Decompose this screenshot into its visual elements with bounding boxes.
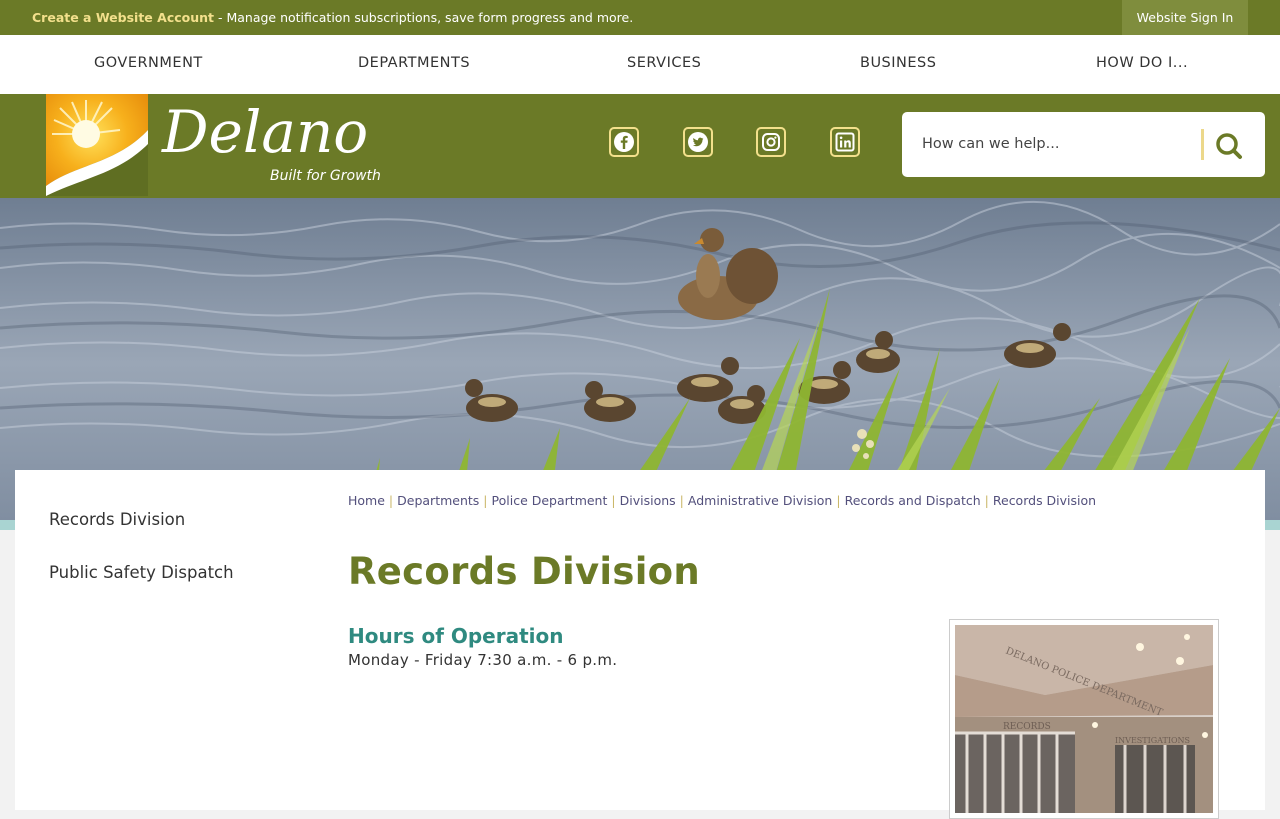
- site-search: [902, 112, 1265, 177]
- sign-in-button[interactable]: Website Sign In: [1122, 0, 1248, 35]
- breadcrumb-separator: |: [388, 493, 394, 508]
- nav-item-how-do-i[interactable]: HOW DO I...: [1096, 55, 1188, 71]
- breadcrumb-administrative-division[interactable]: Administrative Division: [688, 493, 832, 508]
- sidebar-item-records-division[interactable]: Records Division: [49, 510, 185, 529]
- instagram-icon[interactable]: [756, 127, 786, 157]
- main-nav: GOVERNMENT DEPARTMENTS SERVICES BUSINESS…: [0, 35, 1280, 94]
- logo-tagline: Built for Growth: [270, 168, 381, 184]
- nav-item-services[interactable]: SERVICES: [627, 55, 701, 71]
- logo-wordmark: Delano: [162, 98, 369, 166]
- breadcrumb-police-department[interactable]: Police Department: [492, 493, 608, 508]
- photo-sign-records: RECORDS: [1003, 722, 1051, 732]
- breadcrumb-divisions[interactable]: Divisions: [620, 493, 676, 508]
- hours-heading: Hours of Operation: [348, 624, 564, 648]
- search-input[interactable]: [922, 132, 1182, 156]
- breadcrumb-records-division[interactable]: Records Division: [993, 493, 1096, 508]
- sun-logo-icon: [46, 94, 148, 196]
- site-logo[interactable]: Delano Built for Growth: [46, 94, 381, 196]
- breadcrumb-departments[interactable]: Departments: [397, 493, 479, 508]
- breadcrumb: Home | Departments | Police Department | Divis…: [348, 493, 1096, 508]
- police-lobby-photo: DELANO POLICE DEPARTMENT RECORDS INVESTI…: [949, 619, 1219, 819]
- site-header: Delano Built for Growth: [0, 94, 1280, 198]
- facebook-icon[interactable]: [609, 127, 639, 157]
- breadcrumb-separator: |: [611, 493, 616, 508]
- search-icon[interactable]: [1212, 129, 1246, 163]
- create-account-link[interactable]: Create a Website Account: [32, 10, 214, 25]
- page-title: Records Division: [348, 550, 701, 593]
- photo-sign-investigations: INVESTIGATIONS: [1115, 736, 1190, 745]
- breadcrumb-home[interactable]: Home: [348, 493, 385, 508]
- nav-item-government[interactable]: GOVERNMENT: [94, 55, 203, 71]
- nav-item-business[interactable]: BUSINESS: [860, 55, 936, 71]
- breadcrumb-separator: |: [679, 493, 684, 508]
- breadcrumb-separator: |: [483, 493, 488, 508]
- account-promo-text: - Manage notification subscriptions, sav…: [214, 10, 634, 25]
- twitter-icon[interactable]: [683, 127, 713, 157]
- nav-item-departments[interactable]: DEPARTMENTS: [358, 55, 470, 71]
- breadcrumb-separator: |: [984, 493, 989, 508]
- account-bar: Create a Website Account - Manage notifi…: [0, 0, 1280, 35]
- breadcrumb-separator: |: [836, 493, 841, 508]
- account-promo: Create a Website Account - Manage notifi…: [32, 10, 633, 25]
- content-panel: Records Division Public Safety Dispatch …: [15, 470, 1265, 819]
- linkedin-icon[interactable]: [830, 127, 860, 157]
- breadcrumb-records-and-dispatch[interactable]: Records and Dispatch: [845, 493, 981, 508]
- search-divider: [1201, 129, 1204, 160]
- sidebar-item-public-safety-dispatch[interactable]: Public Safety Dispatch: [49, 563, 234, 582]
- hours-text: Monday - Friday 7:30 a.m. - 6 p.m.: [348, 651, 618, 669]
